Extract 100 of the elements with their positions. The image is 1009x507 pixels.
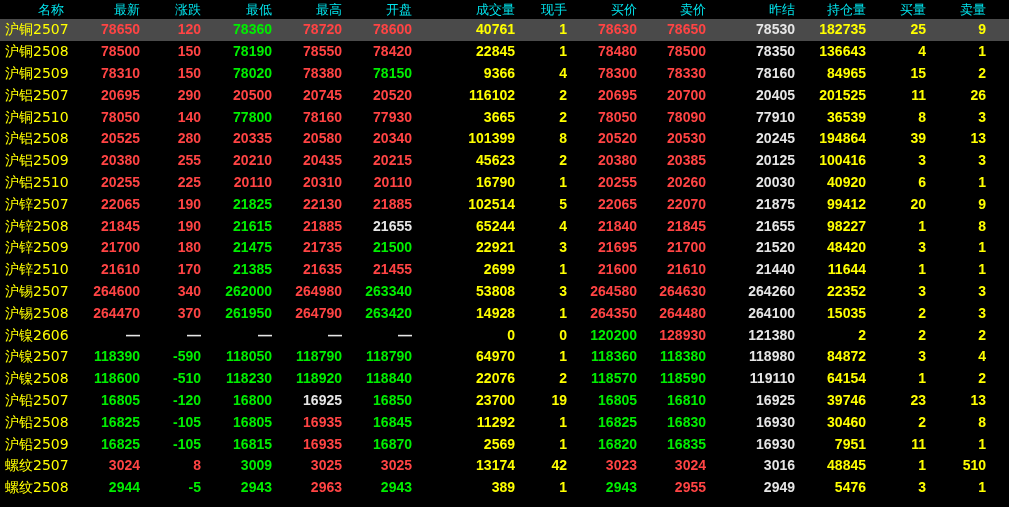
table-cell: 20245 [756,130,795,148]
table-row[interactable]: 沪锌2507 22065 190 21825 22130 21885 102514 5 22065 22070 21875 99412 20 9 [0,193,1009,216]
table-row[interactable]: 沪铅2507 16805 -120 16800 16925 16850 23700 19 16805 16810 16925 39746 23 13 [0,389,1009,412]
table-row[interactable]: 沪铝2508 20525 280 20335 20580 20340 101399 8 20520 20530 20245 194864 39 13 [0,128,1009,150]
table-row[interactable]: 沪锌2508 21845 190 21615 21885 21655 65244 4 21840 21845 21655 98227 1 8 [0,215,1009,237]
table-cell: 1 [559,348,567,366]
table-cell: 119110 [749,370,795,388]
contract-name: 沪铜2509 [4,65,69,82]
contract-name: 沪铜2510 [4,108,69,126]
table-cell: 22921 [476,239,515,257]
column-header[interactable]: 卖量 [960,1,986,18]
column-header[interactable]: 成交量 [476,1,515,18]
contract-name: 沪铝2507 [4,86,69,104]
table-cell: 40920 [827,173,866,191]
table-cell: 20695 [598,86,637,104]
table-cell: 21700 [101,239,140,257]
table-cell: 1 [559,435,567,453]
column-header[interactable]: 开盘 [386,1,412,18]
table-row[interactable]: 螺纹2508 2944 -5 2943 2963 2943 389 1 2943 2955 2949 5476 3 1 [0,476,1009,499]
contract-name: 沪锡2507 [4,282,69,300]
table-cell: 78500 [101,43,140,61]
column-header[interactable]: 最高 [316,1,342,18]
table-row[interactable]: 沪铝2510 20255 225 20110 20310 20110 16790 1 20255 20260 20030 40920 6 1 [0,171,1009,194]
table-cell: 22065 [101,195,140,213]
table-row[interactable]: 沪锌2510 21610 170 21385 21635 21455 2699 1 21600 21610 21440 11644 1 1 [0,258,1009,281]
table-cell: 2943 [240,479,272,497]
table-cell: 20310 [303,173,342,191]
contract-name: 沪镍2507 [4,348,69,366]
table-row[interactable]: 沪铝2509 20380 255 20210 20435 20215 45623 2 20380 20385 20125 100416 3 3 [0,149,1009,172]
table-cell: 2 [978,370,986,388]
table-cell: 1 [978,239,986,257]
table-row[interactable]: 沪铝2507 20695 290 20500 20745 20520 116102 2 20695 20700 20405 201525 11 26 [0,84,1009,107]
column-header[interactable]: 现手 [541,1,567,18]
column-header[interactable]: 买量 [900,1,926,18]
table-row[interactable]: 沪锡2507 264600 340 262000 264980 263340 53808 3 264580 264630 264260 22352 3 3 [0,280,1009,303]
table-cell: 2955 [674,479,706,497]
table-cell: 2 [918,326,926,344]
table-row[interactable]: 沪镍2606 — — — — — 0 0 120200 128930 121380 2 2 2 [0,324,1009,346]
column-header[interactable]: 最低 [246,1,272,18]
column-header[interactable]: 买价 [611,1,637,18]
table-cell: 78160 [303,108,342,126]
table-cell: 65244 [476,217,515,235]
table-cell: 2 [978,65,986,82]
table-cell: 3 [918,152,926,170]
column-header[interactable]: 卖价 [680,1,706,18]
table-cell: 78720 [303,21,342,39]
table-row[interactable]: 沪铅2508 16825 -105 16805 16935 16845 11292 1 16825 16830 16930 30460 2 8 [0,411,1009,434]
table-row[interactable]: 沪铜2507 78650 120 78360 78720 78600 40761 1 78630 78650 78530 182735 25 9 [0,19,1009,41]
table-cell: 21875 [756,195,795,213]
table-cell: 20385 [667,152,706,170]
table-cell: 3 [918,348,926,366]
contract-name: 沪铅2509 [4,435,69,453]
table-cell: 16825 [101,413,140,431]
table-cell: 78650 [101,21,140,39]
table-cell: 9366 [483,65,515,82]
column-header[interactable]: 持仓量 [827,1,866,18]
table-row[interactable]: 沪锌2509 21700 180 21475 21735 21500 22921 3 21695 21700 21520 48420 3 1 [0,236,1009,259]
column-header[interactable]: 名称 [38,1,70,18]
table-cell: 16805 [101,391,140,409]
table-row[interactable]: 沪铜2508 78500 150 78190 78550 78420 22845 1 78480 78500 78350 136643 4 1 [0,40,1009,63]
table-cell: 16805 [598,391,637,409]
table-cell: 4 [978,348,986,366]
column-header[interactable]: 昨结 [769,1,795,18]
table-cell: 150 [177,65,201,82]
table-cell: 15 [910,65,926,82]
table-cell: 36539 [827,108,866,126]
table-row[interactable]: 沪铜2509 78310 150 78020 78380 78150 9366 4 78300 78330 78160 84965 15 2 [0,62,1009,85]
table-cell: 180 [177,239,201,257]
table-cell: 1 [559,261,567,279]
contract-name: 沪锡2508 [4,304,69,322]
table-row[interactable]: 沪镍2507 118390 -590 118050 118790 118790 64970 1 118360 118380 118980 84872 3 4 [0,345,1009,368]
table-cell: 45623 [476,152,515,170]
table-cell: 15035 [827,304,866,322]
table-cell: 26 [970,86,986,104]
table-row[interactable]: 沪铅2509 16825 -105 16815 16935 16870 2569 1 16820 16835 16930 7951 11 1 [0,433,1009,455]
table-cell: 264580 [590,282,637,300]
table-cell: 118570 [591,370,637,388]
table-cell: 21735 [303,239,342,257]
table-cell: 21695 [598,239,637,257]
column-header[interactable]: 涨跌 [175,1,201,18]
column-header[interactable]: 最新 [114,1,140,18]
table-cell: 9 [978,195,986,213]
table-cell: 0 [507,326,515,344]
table-cell: 16805 [233,413,272,431]
table-row[interactable]: 沪镍2508 118600 -510 118230 118920 118840 22076 2 118570 118590 119110 64154 1 2 [0,367,1009,390]
table-cell: 20520 [373,86,412,104]
contract-name: 沪锌2507 [4,195,69,213]
table-cell: 78310 [101,65,140,82]
table-cell: 118360 [591,348,637,366]
table-row[interactable]: 沪铜2510 78050 140 77800 78160 77930 3665 2 78050 78090 77910 36539 8 3 [0,106,1009,128]
table-cell: 20380 [598,152,637,170]
table-cell: 4 [559,217,567,235]
table-row[interactable]: 螺纹2507 3024 8 3009 3025 3025 13174 42 3023 3024 3016 48845 1 510 [0,454,1009,477]
table-row[interactable]: 沪锡2508 264470 370 261950 264790 263420 14928 1 264350 264480 264100 15035 2 3 [0,302,1009,325]
table-cell: 78090 [667,108,706,126]
table-cell: 3025 [310,457,342,475]
table-cell: 16935 [303,413,342,431]
table-cell: 21700 [667,239,706,257]
table-cell: 3016 [763,457,795,475]
table-cell: 78600 [373,21,412,39]
